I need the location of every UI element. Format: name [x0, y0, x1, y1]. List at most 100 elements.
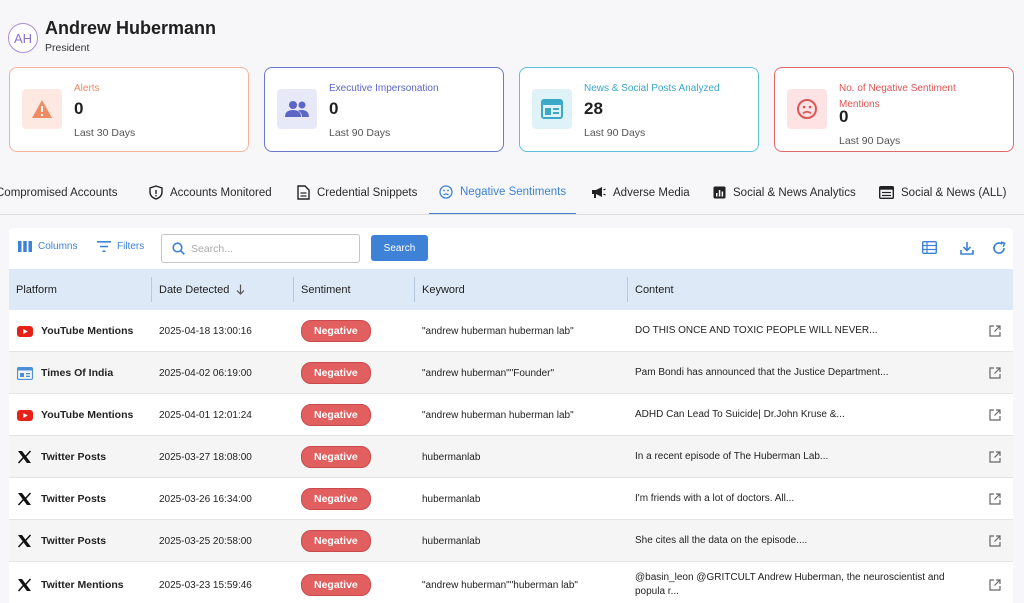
open-external-icon[interactable] [989, 451, 1001, 463]
profile-name: Andrew Hubermann [45, 18, 217, 38]
column-header-content[interactable]: Content [635, 269, 674, 310]
table-row[interactable]: Twitter Mentions 2025-03-23 15:59:46 Neg… [9, 562, 1013, 603]
tab-social-news-analytics[interactable]: Social & News Analytics [713, 170, 856, 214]
filter-icon [97, 241, 111, 252]
news-site-icon [17, 366, 33, 380]
negative-sentiment-card[interactable]: No. of Negative Sentiment Mentions 0 Las… [774, 67, 1014, 152]
document-icon [297, 185, 310, 200]
card-subtext: Last 90 Days [839, 135, 901, 147]
search-button[interactable]: Search [371, 235, 428, 261]
tab-compromised-accounts[interactable]: Compromised Accounts [0, 170, 118, 214]
open-external-icon[interactable] [989, 325, 1001, 337]
tab-label: Adverse Media [613, 186, 690, 199]
news-social-analyzed-card[interactable]: News & Social Posts Analyzed 28 Last 90 … [519, 67, 759, 152]
card-subtext: Last 90 Days [329, 127, 391, 139]
card-subtext: Last 30 Days [74, 127, 136, 139]
table-row[interactable]: Twitter Posts 2025-03-26 16:34:00 Negati… [9, 478, 1013, 520]
tab-accounts-monitored[interactable]: Accounts Monitored [149, 170, 272, 214]
tab-label: Social & News Analytics [733, 186, 856, 199]
tab-credential-snippets[interactable]: Credential Snippets [297, 170, 418, 214]
card-value: 0 [74, 99, 84, 118]
sentiment-badge: Negative [301, 352, 371, 394]
platform-name: Times Of India [41, 367, 114, 379]
date-detected: 2025-03-27 18:08:00 [159, 451, 252, 463]
avatar: AH [8, 23, 38, 53]
content: She cites all the data on the episode...… [635, 535, 808, 546]
table-header: Platform Date Detected Sentiment Keyword… [9, 269, 1013, 310]
tab-label: Compromised Accounts [0, 186, 118, 199]
date-detected: 2025-04-02 06:19:00 [159, 367, 252, 379]
sentiment-badge: Negative [301, 394, 371, 436]
tab-label: Credential Snippets [317, 186, 418, 199]
open-external-icon[interactable] [989, 367, 1001, 379]
search-icon [172, 242, 185, 255]
sad-face-icon [439, 184, 453, 199]
tab-negative-sentiments[interactable]: Negative Sentiments [429, 170, 577, 214]
sentiment-badge: Negative [301, 478, 371, 520]
table-row[interactable]: YouTube Mentions 2025-04-18 13:00:16 Neg… [9, 310, 1013, 352]
tab-social-news-all[interactable]: Social & News (ALL) [879, 170, 1007, 214]
alerts-card[interactable]: Alerts 0 Last 30 Days [9, 67, 249, 152]
refresh-icon[interactable] [992, 241, 1006, 255]
keyword: "andrew huberman""Founder" [422, 367, 555, 379]
profile-role: President [45, 42, 90, 54]
open-external-icon[interactable] [989, 409, 1001, 421]
x-icon [17, 578, 32, 592]
table-row[interactable]: Twitter Posts 2025-03-27 18:08:00 Negati… [9, 436, 1013, 478]
column-header-date-detected[interactable]: Date Detected [159, 269, 245, 310]
list-icon [879, 186, 894, 199]
download-icon[interactable] [960, 241, 974, 255]
card-label: Alerts [74, 83, 100, 94]
card-subtext: Last 90 Days [584, 127, 646, 139]
table-row[interactable]: Times Of India 2025-04-02 06:19:00 Negat… [9, 352, 1013, 394]
keyword: "andrew huberman huberman lab" [422, 325, 574, 337]
executive-impersonation-card[interactable]: Executive Impersonation 0 Last 90 Days [264, 67, 504, 152]
search-input[interactable] [191, 242, 351, 255]
card-label: No. of Negative Sentiment Mentions [839, 83, 956, 110]
column-header-label: Date Detected [159, 283, 230, 296]
card-label: News & Social Posts Analyzed [584, 83, 720, 94]
card-value: 0 [329, 99, 339, 118]
card-value: 28 [584, 99, 603, 118]
filters-label: Filters [117, 241, 145, 252]
date-detected: 2025-03-25 20:58:00 [159, 535, 252, 547]
column-header-platform[interactable]: Platform [16, 269, 57, 310]
platform-name: Twitter Posts [41, 535, 107, 547]
sentiment-badge: Negative [301, 436, 371, 478]
keyword: hubermanlab [422, 451, 481, 463]
tab-label: Accounts Monitored [170, 186, 272, 199]
columns-button[interactable]: Columns [18, 241, 77, 252]
tab-label: Social & News (ALL) [901, 186, 1007, 199]
youtube-icon [17, 409, 33, 421]
content: In a recent episode of The Huberman Lab.… [635, 451, 829, 462]
keyword: "andrew huberman""huberman lab" [422, 579, 578, 591]
tab-bar: Compromised Accounts Accounts Monitored … [0, 170, 1024, 215]
content: ADHD Can Lead To Suicide| Dr.John Kruse … [635, 409, 845, 420]
youtube-icon [17, 325, 33, 337]
sort-down-icon [236, 284, 245, 295]
table-view-icon[interactable] [922, 241, 937, 254]
table-row[interactable]: YouTube Mentions 2025-04-01 12:01:24 Neg… [9, 394, 1013, 436]
date-detected: 2025-04-01 12:01:24 [159, 409, 252, 421]
platform-name: Twitter Mentions [41, 579, 124, 591]
column-header-sentiment[interactable]: Sentiment [301, 269, 351, 310]
content: I'm friends with a lot of doctors. All..… [635, 493, 795, 504]
data-grid: Columns Filters Search Platform Date Det… [9, 228, 1013, 603]
tab-label: Negative Sentiments [460, 185, 567, 198]
columns-label: Columns [38, 241, 78, 252]
open-external-icon[interactable] [989, 535, 1001, 547]
open-external-icon[interactable] [989, 493, 1001, 505]
date-detected: 2025-03-26 16:34:00 [159, 493, 252, 505]
sad-face-icon [787, 89, 827, 129]
news-icon [532, 89, 572, 129]
column-header-keyword[interactable]: Keyword [422, 269, 465, 310]
content: DO THIS ONCE AND TOXIC PEOPLE WILL NEVER… [635, 325, 878, 336]
x-icon [17, 450, 32, 464]
content: @basin_leon @GRITCULT Andrew Huberman, t… [635, 572, 945, 597]
filters-button[interactable]: Filters [97, 241, 144, 252]
keyword: hubermanlab [422, 535, 481, 547]
open-external-icon[interactable] [989, 579, 1001, 591]
table-row[interactable]: Twitter Posts 2025-03-25 20:58:00 Negati… [9, 520, 1013, 562]
tab-adverse-media[interactable]: Adverse Media [591, 170, 690, 214]
platform-name: Twitter Posts [41, 493, 107, 505]
